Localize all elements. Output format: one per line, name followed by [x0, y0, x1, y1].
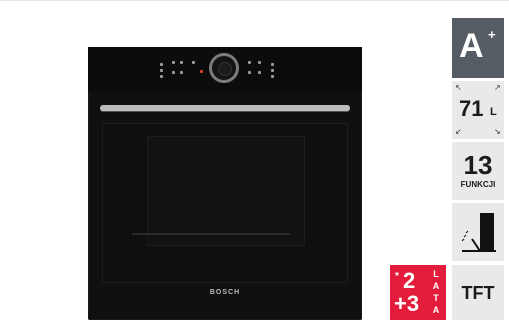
expand-arrow-icon: ↘ — [494, 127, 501, 136]
control-dot — [160, 63, 163, 66]
warranty-extra-years: +3 — [394, 291, 420, 316]
door-rail — [132, 233, 290, 235]
functions-count: 13 — [463, 150, 493, 180]
control-panel — [88, 47, 362, 92]
control-dot — [180, 61, 183, 64]
lata-letter: T — [433, 293, 439, 303]
energy-class-letter: A — [459, 27, 484, 65]
control-dot — [271, 63, 274, 66]
control-dot — [271, 69, 274, 72]
energy-class-badge: A + — [452, 18, 504, 78]
control-dot — [258, 71, 261, 74]
capacity-badge: ↖ ↗ ↙ ↘ 71 L — [452, 81, 504, 139]
power-indicator — [200, 70, 203, 73]
capacity-unit: L — [490, 106, 497, 118]
control-dot — [172, 71, 175, 74]
functions-badge: 13 FUNKCJI — [452, 142, 504, 200]
capacity-value: 71 — [459, 96, 484, 121]
warranty-years-label: L A T A — [431, 268, 441, 316]
warranty-badge: * 2 +3 L A T A — [390, 265, 446, 320]
brand-logo: BOSCH — [209, 289, 241, 296]
control-dot — [160, 75, 163, 78]
tft-label: TFT — [461, 283, 495, 303]
oven-product-image: BOSCH — [88, 47, 362, 320]
oven-knob — [209, 53, 239, 83]
control-dot — [160, 69, 163, 72]
control-dot — [172, 61, 175, 64]
oven-door — [102, 123, 348, 283]
top-divider — [0, 0, 509, 1]
control-dot — [258, 61, 261, 64]
expand-arrow-icon: ↗ — [494, 83, 501, 92]
oven-window — [147, 136, 305, 246]
door-feature-badge — [452, 203, 504, 261]
soft-close-door-icon — [461, 213, 496, 252]
control-dot — [192, 61, 195, 64]
oven-handle — [100, 105, 350, 111]
control-dot — [271, 75, 274, 78]
knob-center — [218, 62, 232, 76]
energy-class-plus: + — [488, 27, 496, 42]
control-dot — [248, 71, 251, 74]
control-dot — [180, 71, 183, 74]
control-dot — [248, 61, 251, 64]
warranty-asterisk: * — [395, 271, 399, 282]
expand-arrow-icon: ↖ — [455, 83, 462, 92]
lata-letter: A — [432, 305, 440, 315]
tft-display-badge: TFT — [452, 265, 504, 320]
lata-letter: L — [433, 269, 439, 279]
functions-label: FUNKCJI — [460, 180, 496, 189]
expand-arrow-icon: ↙ — [455, 127, 462, 136]
lata-letter: A — [432, 281, 440, 291]
